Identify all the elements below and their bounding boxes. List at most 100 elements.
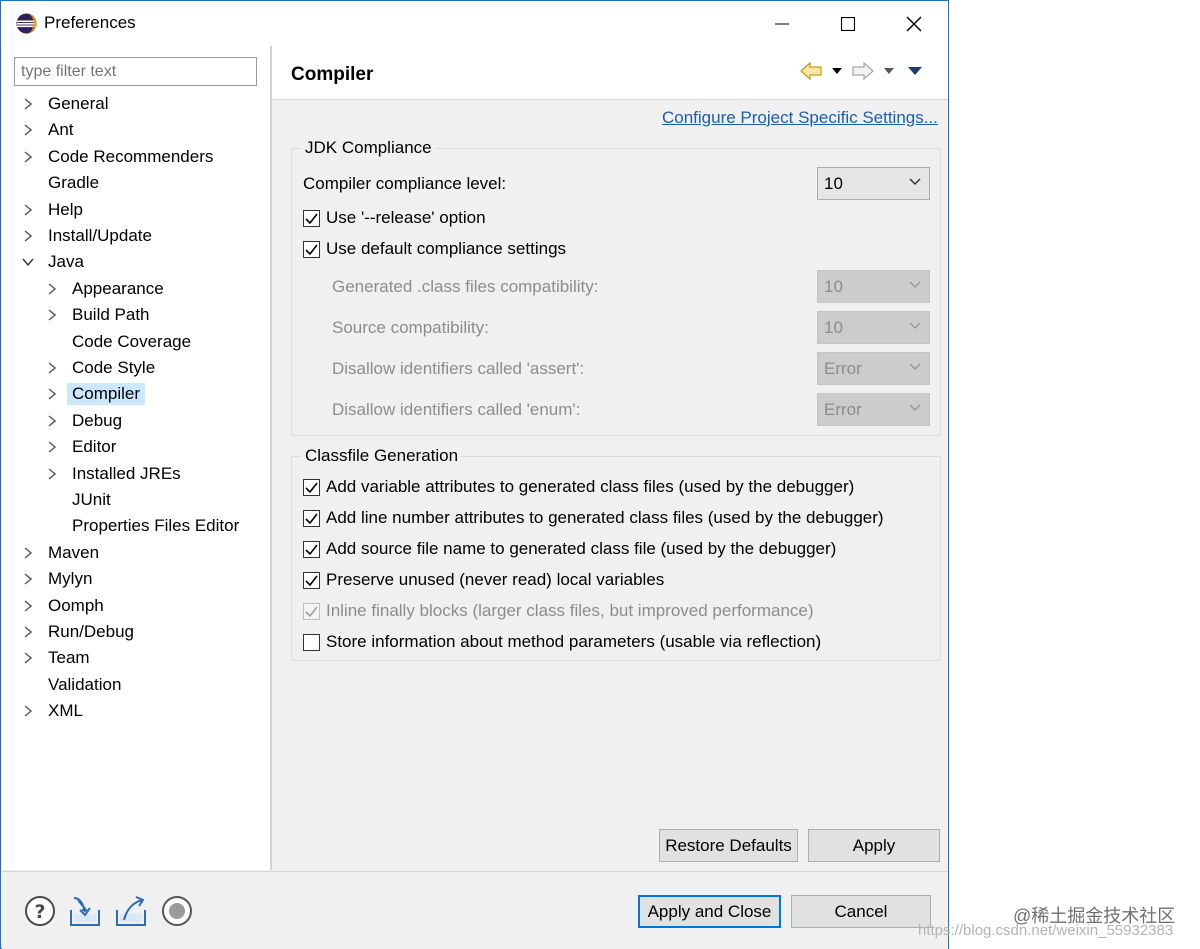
chevron-down-icon [909,322,921,330]
tree-item[interactable]: Editor [43,435,121,459]
chevron-right-icon[interactable] [43,382,61,406]
tree-item[interactable]: Install/Update [19,224,157,248]
tree-item[interactable]: Installed JREs [43,462,186,486]
tree-item[interactable]: Debug [43,409,127,433]
apply-and-close-button[interactable]: Apply and Close [638,895,781,928]
tree-item-label: Gradle [48,173,100,193]
method-parameters-checkbox[interactable] [303,633,320,651]
chevron-right-icon[interactable] [19,646,37,670]
tree-item[interactable]: JUnit [43,488,116,512]
classfile-option-label: Add line number attributes to generated … [326,508,884,527]
use-release-label: Use '--release' option [326,208,486,227]
back-dropdown-icon[interactable] [832,67,842,75]
help-icon[interactable]: ? [23,894,57,928]
tree-item[interactable]: General [19,92,113,116]
chevron-right-icon[interactable] [43,277,61,301]
tree-item[interactable]: Ant [19,118,79,142]
cancel-button[interactable]: Cancel [791,895,931,928]
forward-dropdown-icon[interactable] [884,67,894,75]
preserve-unused-checkbox[interactable] [303,571,320,589]
tree-item[interactable]: Appearance [43,277,169,301]
tree-item-label: Mylyn [48,569,93,589]
tree-item[interactable]: Code Coverage [43,330,196,354]
chevron-right-icon[interactable] [19,118,37,142]
classfile-option-row[interactable]: Add source file name to generated class … [303,539,836,559]
tree-item[interactable]: Java [19,250,89,274]
apply-button[interactable]: Apply [808,829,940,862]
classfile-option-row[interactable]: Preserve unused (never read) local varia… [303,570,664,590]
export-icon[interactable] [114,894,148,928]
classfile-option-label: Inline finally blocks (larger class file… [326,601,814,620]
tree-item[interactable]: Properties Files Editor [43,514,244,538]
classfile-generation-group: Classfile Generation Add variable attrib… [291,446,941,661]
tree-item[interactable]: Help [19,198,88,222]
chevron-right-icon[interactable] [19,594,37,618]
compliance-level-select[interactable]: 10 [817,167,930,200]
tree-item[interactable]: Team [19,646,95,670]
tree-item[interactable]: Run/Debug [19,620,139,644]
source-file-name-checkbox[interactable] [303,540,320,558]
tree-item-label: XML [48,701,83,721]
maximize-button[interactable] [815,1,881,46]
chevron-right-icon[interactable] [19,224,37,248]
tree-item[interactable]: Compiler [43,382,146,406]
chevron-right-icon[interactable] [19,145,37,169]
back-arrow-icon[interactable] [800,62,822,80]
tree-item-label: Oomph [48,595,104,615]
tree-item[interactable]: Gradle [19,171,104,195]
tree-item[interactable]: Code Style [43,356,160,380]
chevron-right-icon[interactable] [19,92,37,116]
chevron-right-icon[interactable] [43,409,61,433]
classfile-option-row[interactable]: Add line number attributes to generated … [303,508,884,528]
chevron-right-icon[interactable] [19,198,37,222]
jdk-compliance-title: JDK Compliance [302,138,435,158]
tree-item[interactable]: XML [19,699,88,723]
tree-item-label: Team [48,648,90,668]
view-menu-icon[interactable] [908,66,922,76]
tree-item[interactable]: Oomph [19,594,109,618]
record-icon[interactable] [160,894,194,928]
tree-item[interactable]: Maven [19,541,104,565]
checkmark-icon [305,213,318,224]
classfile-option-row[interactable]: Store information about method parameter… [303,632,821,652]
minimize-button[interactable] [749,1,815,46]
chevron-down-icon [909,178,921,186]
restore-defaults-button[interactable]: Restore Defaults [659,829,798,862]
preference-page: Compiler Configure Project Specific Sett… [272,46,948,870]
use-release-checkbox[interactable] [303,209,320,227]
chevron-right-icon[interactable] [19,567,37,591]
chevron-down-icon[interactable] [19,250,37,274]
use-default-checkbox-row[interactable]: Use default compliance settings [303,239,566,259]
tree-item[interactable]: Code Recommenders [19,145,218,169]
tree-item-label: Editor [72,437,117,457]
chevron-right-icon[interactable] [43,435,61,459]
forward-arrow-icon[interactable] [852,62,874,80]
checkmark-icon [305,244,318,255]
variable-attributes-checkbox[interactable] [303,478,320,496]
classfile-option-row[interactable]: Add variable attributes to generated cla… [303,477,854,497]
source-compat-select: 10 [817,311,930,344]
chevron-right-icon[interactable] [43,356,61,380]
close-icon [906,16,922,31]
tree-item-label: Install/Update [48,226,152,245]
line-number-attributes-checkbox[interactable] [303,509,320,527]
use-release-checkbox-row[interactable]: Use '--release' option [303,208,486,228]
classfile-option-label: Add source file name to generated class … [326,539,837,558]
chevron-right-icon[interactable] [19,620,37,644]
tree-item[interactable]: Build Path [43,303,155,327]
configure-project-settings-link[interactable]: Configure Project Specific Settings... [662,108,938,128]
close-button[interactable] [881,1,947,46]
generated-compat-select: 10 [817,270,930,303]
filter-input[interactable] [14,57,257,86]
tree-item[interactable]: Validation [19,673,126,697]
import-icon[interactable] [68,894,102,928]
tree-item[interactable]: Mylyn [19,567,97,591]
use-default-checkbox[interactable] [303,240,320,258]
chevron-right-icon[interactable] [19,699,37,723]
chevron-right-icon[interactable] [19,541,37,565]
chevron-right-icon[interactable] [43,303,61,327]
chevron-right-icon[interactable] [43,462,61,486]
